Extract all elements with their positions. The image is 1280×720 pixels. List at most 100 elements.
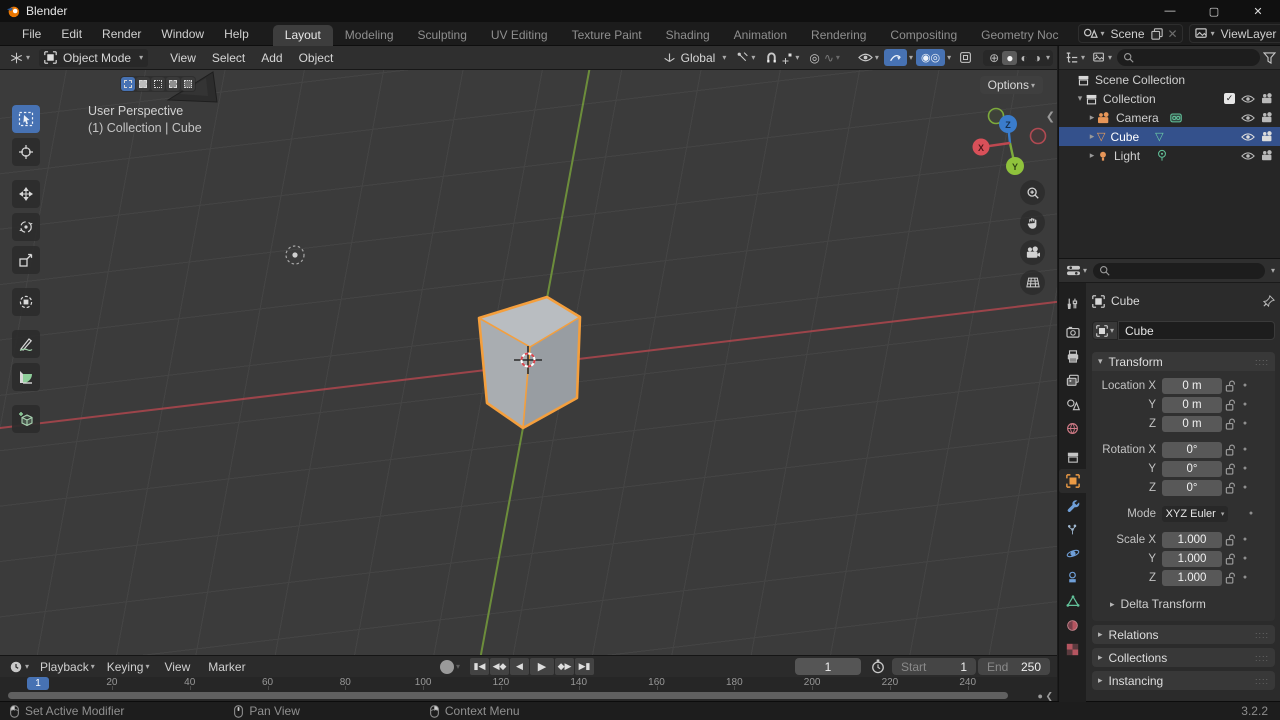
disable-render-camera-icon[interactable] bbox=[1261, 93, 1274, 104]
timeline-scrollbar-thumb[interactable] bbox=[8, 692, 1008, 699]
tab-render[interactable] bbox=[1059, 320, 1086, 344]
frame-start-field[interactable]: Start 1 bbox=[892, 658, 976, 675]
expand-arrow-icon[interactable]: ▸ bbox=[1087, 131, 1097, 142]
hide-eye-icon[interactable] bbox=[1241, 151, 1255, 161]
tab-tool[interactable] bbox=[1059, 291, 1086, 315]
outliner-editor-dropdown[interactable]: ▾ bbox=[1063, 50, 1087, 65]
disable-render-camera-icon[interactable] bbox=[1261, 112, 1274, 123]
rotation-x-field[interactable]: 0° bbox=[1162, 442, 1222, 458]
show-overlays-toggle[interactable]: ◉◎ bbox=[916, 49, 945, 66]
animate-dot-icon[interactable]: ● bbox=[1238, 382, 1252, 389]
next-keyframe-button[interactable]: ◆▶ bbox=[555, 658, 574, 675]
panel-drag-grip-icon[interactable]: :::: bbox=[1255, 630, 1269, 640]
select-mode-box[interactable] bbox=[136, 77, 150, 91]
pin-icon[interactable] bbox=[1263, 295, 1275, 307]
tab-texture[interactable] bbox=[1059, 637, 1086, 661]
options-dropdown[interactable]: Options ▾ bbox=[980, 76, 1043, 94]
shading-rendered-icon[interactable]: ◑ bbox=[1031, 51, 1044, 65]
expand-arrow-icon[interactable]: ▸ bbox=[1087, 150, 1097, 161]
expand-arrow-icon[interactable]: ▸ bbox=[1087, 112, 1097, 123]
select-mode-lasso[interactable] bbox=[166, 77, 180, 91]
location-x-field[interactable]: 0 m bbox=[1162, 378, 1222, 394]
outliner-display-mode-dropdown[interactable]: ▾ bbox=[1090, 50, 1114, 65]
gizmo-axis-x[interactable] bbox=[973, 139, 990, 156]
maximize-button[interactable]: ▢ bbox=[1192, 0, 1236, 22]
tab-material[interactable] bbox=[1059, 613, 1086, 637]
outliner-search-input[interactable] bbox=[1117, 49, 1260, 66]
gizmo-axis-neg-x[interactable] bbox=[1031, 129, 1046, 144]
auto-keying-record-icon[interactable] bbox=[440, 660, 454, 674]
delta-transform-panel-header[interactable]: ▸ Delta Transform bbox=[1092, 595, 1271, 613]
play-button[interactable]: ▶ bbox=[530, 658, 554, 675]
select-mode-circle[interactable] bbox=[151, 77, 165, 91]
animate-dot-icon[interactable]: ● bbox=[1238, 536, 1252, 543]
lock-icon[interactable] bbox=[1222, 463, 1238, 475]
lock-icon[interactable] bbox=[1222, 444, 1238, 456]
animate-dot-icon[interactable]: ● bbox=[1238, 574, 1252, 581]
lock-icon[interactable] bbox=[1222, 534, 1238, 546]
current-frame-marker[interactable]: 1 bbox=[27, 677, 49, 690]
tool-add-cube[interactable] bbox=[12, 405, 40, 433]
play-reverse-button[interactable]: ◀ bbox=[510, 658, 529, 675]
tab-object[interactable] bbox=[1059, 469, 1086, 493]
workspace-tab-uv-editing[interactable]: UV Editing bbox=[479, 25, 560, 46]
collections-panel-header[interactable]: ▸ Collections :::: bbox=[1092, 648, 1275, 667]
animate-dot-icon[interactable]: ● bbox=[1244, 510, 1258, 517]
workspace-tab-rendering[interactable]: Rendering bbox=[799, 25, 878, 46]
navigation-gizmo[interactable]: Z Y X bbox=[973, 109, 1046, 176]
jump-to-end-button[interactable]: ▶▮ bbox=[575, 658, 594, 675]
shading-wireframe-icon[interactable]: ⊕ bbox=[986, 51, 1002, 65]
rotation-mode-dropdown[interactable]: XYZ Euler ▾ bbox=[1162, 506, 1228, 522]
relations-panel-header[interactable]: ▸ Relations :::: bbox=[1092, 625, 1275, 644]
mode-dropdown[interactable]: Object Mode ▾ bbox=[39, 49, 148, 67]
tool-move[interactable] bbox=[12, 180, 40, 208]
workspace-tab-layout[interactable]: Layout bbox=[273, 25, 333, 46]
snap-toggle[interactable]: ▾ bbox=[760, 49, 804, 66]
use-preview-range-toggle[interactable] bbox=[866, 657, 890, 676]
tool-rotate[interactable] bbox=[12, 213, 40, 241]
new-scene-icon[interactable] bbox=[1151, 28, 1163, 40]
editor-type-dropdown[interactable]: ▾ bbox=[4, 49, 35, 67]
tool-select-box[interactable] bbox=[12, 105, 40, 133]
unlink-scene-icon[interactable]: ✕ bbox=[1168, 27, 1178, 41]
workspace-tab-animation[interactable]: Animation bbox=[722, 25, 799, 46]
select-mode-tweak[interactable] bbox=[121, 77, 135, 91]
tool-cursor[interactable] bbox=[12, 138, 40, 166]
tab-world[interactable] bbox=[1059, 416, 1086, 440]
panel-drag-grip-icon[interactable]: :::: bbox=[1255, 676, 1269, 686]
tool-measure[interactable] bbox=[12, 363, 40, 391]
timeline-menu-view[interactable]: View bbox=[155, 660, 199, 674]
workspace-tab-compositing[interactable]: Compositing bbox=[878, 25, 969, 46]
lock-icon[interactable] bbox=[1222, 418, 1238, 430]
tab-constraints[interactable] bbox=[1059, 565, 1086, 589]
timeline-ruler[interactable]: 20406080100120140160180200220240 1 bbox=[0, 677, 1057, 690]
shading-material-icon[interactable]: ◐ bbox=[1017, 51, 1030, 65]
expand-arrow-icon[interactable]: ▾ bbox=[1075, 93, 1085, 104]
close-button[interactable]: ✕ bbox=[1236, 0, 1280, 22]
proportional-editing-toggle[interactable]: ◎ ∿ ▾ bbox=[804, 49, 845, 67]
hide-eye-icon[interactable] bbox=[1241, 94, 1255, 104]
menu-window[interactable]: Window bbox=[151, 27, 214, 41]
xray-toggle[interactable] bbox=[954, 49, 977, 66]
object-visibility-dropdown[interactable]: ▾ bbox=[853, 50, 884, 65]
minimize-button[interactable]: — bbox=[1148, 0, 1192, 22]
tab-physics[interactable] bbox=[1059, 541, 1086, 565]
keying-menu[interactable]: Keying▾ bbox=[101, 659, 156, 675]
animate-dot-icon[interactable]: ● bbox=[1238, 465, 1252, 472]
transform-panel-header[interactable]: ▾ Transform :::: bbox=[1092, 352, 1275, 371]
object-id-dropdown[interactable]: ▾ bbox=[1092, 321, 1118, 340]
tab-scene[interactable] bbox=[1059, 392, 1086, 416]
tool-transform[interactable] bbox=[12, 288, 40, 316]
collection-checkbox[interactable]: ✓ bbox=[1224, 93, 1235, 104]
object-name-field[interactable]: Cube bbox=[1118, 321, 1275, 340]
current-frame-field[interactable]: 1 bbox=[795, 658, 861, 675]
hide-eye-icon[interactable] bbox=[1241, 113, 1255, 123]
jump-to-start-button[interactable]: ▮◀ bbox=[470, 658, 489, 675]
3d-viewport[interactable]: Z Y X User Perspective (1) Collection | … bbox=[0, 70, 1057, 655]
outliner-row-collection[interactable]: ▾ Collection ✓ bbox=[1059, 89, 1280, 108]
timeline-editor-dropdown[interactable]: ▾ bbox=[4, 658, 34, 676]
scale-y-field[interactable]: 1.000 bbox=[1162, 551, 1222, 567]
prev-keyframe-button[interactable]: ◀◆ bbox=[490, 658, 509, 675]
lock-icon[interactable] bbox=[1222, 572, 1238, 584]
gizmo-axis-z[interactable] bbox=[999, 115, 1017, 133]
